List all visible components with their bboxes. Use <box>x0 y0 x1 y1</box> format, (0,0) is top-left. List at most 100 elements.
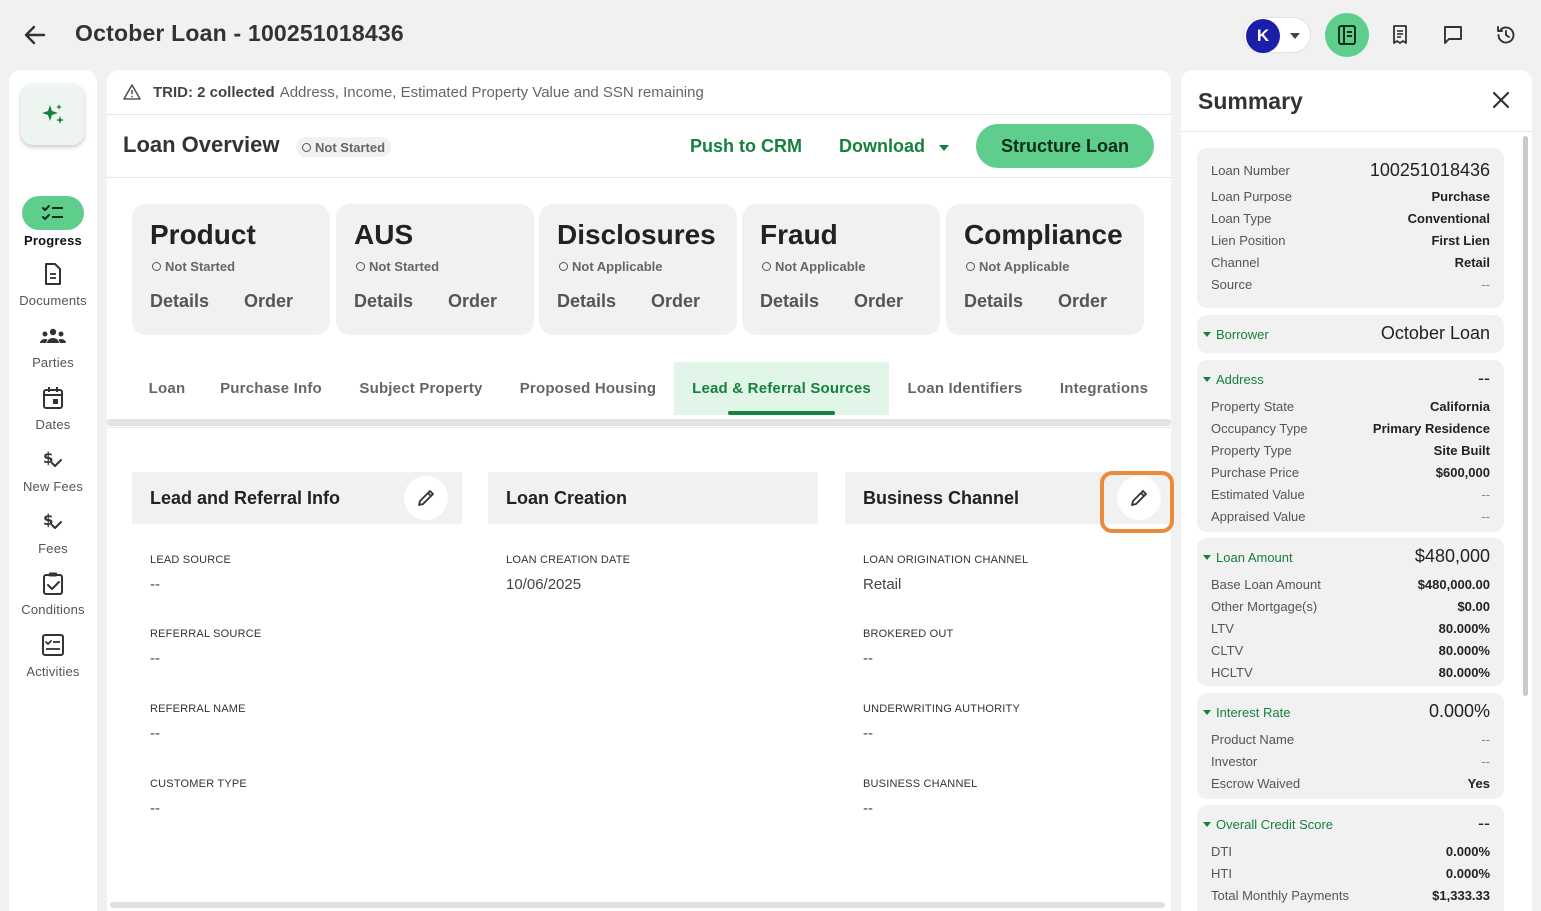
loan-summary-icon[interactable] <box>1325 13 1369 57</box>
divider <box>107 177 1171 178</box>
summary-title: Summary <box>1198 88 1303 114</box>
dti-row: DTI 0.000% <box>1211 844 1490 859</box>
page-title: October Loan - 100251018436 <box>75 20 404 46</box>
other-mortgages-row: Other Mortgage(s) $0.00 <box>1211 599 1490 614</box>
left-nav: Progress Documents Parties Dates $ New F… <box>9 70 97 911</box>
loan-origination-channel-value: Retail <box>863 576 902 593</box>
chevron-down-icon <box>1203 377 1211 382</box>
receipt-icon[interactable] <box>1378 13 1422 57</box>
nav-new-fees[interactable]: $ New Fees <box>9 444 97 494</box>
tab-loan-identifiers[interactable]: Loan Identifiers <box>895 362 1035 415</box>
divider <box>1181 131 1532 132</box>
nav-dates[interactable]: Dates <box>9 382 97 432</box>
history-icon[interactable] <box>1484 13 1528 57</box>
product-name-row: Product Name -- <box>1211 732 1490 747</box>
nav-fees[interactable]: $ Fees <box>9 506 97 556</box>
chat-icon[interactable] <box>1431 13 1475 57</box>
main-panel: TRID: 2 collected Address, Income, Estim… <box>107 70 1171 911</box>
tab-loan[interactable]: Loan <box>133 362 201 415</box>
borrower-block: Borrower October Loan <box>1197 315 1504 353</box>
nav-progress[interactable]: Progress <box>9 196 97 248</box>
loan-type-row: Loan Type Conventional <box>1211 211 1490 226</box>
task-list-icon <box>42 634 64 656</box>
status-badge: Not Applicable <box>966 259 1070 274</box>
push-to-crm-button[interactable]: Push to CRM <box>690 136 802 157</box>
compliance-details-button[interactable]: Details <box>964 291 1023 312</box>
top-bar: October Loan - 100251018436 K <box>0 0 1541 70</box>
chevron-down-icon <box>1203 555 1211 560</box>
tab-scrollbar[interactable] <box>107 419 1171 426</box>
product-order-button[interactable]: Order <box>244 291 293 312</box>
purchase-price-row: Purchase Price $600,000 <box>1211 465 1490 480</box>
borrower-header[interactable]: Borrower October Loan <box>1203 322 1490 346</box>
estimated-value-row: Estimated Value -- <box>1211 487 1490 502</box>
download-button[interactable]: Download <box>839 136 925 157</box>
chevron-down-icon <box>1203 710 1211 715</box>
pencil-icon <box>418 490 434 506</box>
product-details-button[interactable]: Details <box>150 291 209 312</box>
nav-conditions[interactable]: Conditions <box>9 567 97 617</box>
loan-creation-date-value: 10/06/2025 <box>506 576 582 593</box>
fraud-details-button[interactable]: Details <box>760 291 819 312</box>
tab-proposed-housing[interactable]: Proposed Housing <box>507 362 669 415</box>
nav-activities[interactable]: Activities <box>9 629 97 679</box>
referral-source-label: REFERRAL SOURCE <box>150 628 262 640</box>
compliance-card: Compliance Not Applicable Details Order <box>946 204 1144 335</box>
trid-banner: TRID: 2 collected Address, Income, Estim… <box>107 70 1171 115</box>
investor-row: Investor -- <box>1211 754 1490 769</box>
brokered-out-value: -- <box>863 650 873 667</box>
loan-creation-section-header: Loan Creation <box>488 472 818 524</box>
avatar[interactable]: K <box>1246 19 1280 53</box>
address-header[interactable]: Address -- <box>1203 367 1490 391</box>
escrow-waived-row: Escrow Waived Yes <box>1211 776 1490 791</box>
channel-row: Channel Retail <box>1211 255 1490 270</box>
nav-documents[interactable]: Documents <box>9 258 97 308</box>
tab-lead-referral-sources[interactable]: Lead & Referral Sources <box>674 362 889 415</box>
total-monthly-payments-row: Total Monthly Payments $1,333.33 <box>1211 888 1490 903</box>
credit-score-header[interactable]: Overall Credit Score -- <box>1203 812 1490 836</box>
fraud-order-button[interactable]: Order <box>854 291 903 312</box>
disclosures-details-button[interactable]: Details <box>557 291 616 312</box>
base-loan-amount-row: Base Loan Amount $480,000.00 <box>1211 577 1490 592</box>
nav-parties[interactable]: Parties <box>9 320 97 370</box>
tab-purchase-info[interactable]: Purchase Info <box>207 362 335 415</box>
compliance-order-button[interactable]: Order <box>1058 291 1107 312</box>
account-menu[interactable]: K <box>1243 17 1311 53</box>
loan-creation-date-label: LOAN CREATION DATE <box>506 554 631 566</box>
close-icon[interactable] <box>1489 88 1513 112</box>
summary-scrollbar[interactable] <box>1523 136 1528 696</box>
ai-sparkle-button[interactable] <box>21 84 84 145</box>
highlight-outline <box>1100 471 1174 533</box>
edit-lead-referral-button[interactable] <box>404 476 448 520</box>
status-badge: Not Started <box>152 259 235 274</box>
back-arrow-icon[interactable] <box>20 20 50 50</box>
aus-card: AUS Not Started Details Order <box>336 204 534 335</box>
document-icon <box>45 263 61 285</box>
chevron-down-icon[interactable] <box>939 145 949 151</box>
chevron-down-icon <box>1203 822 1211 827</box>
address-block: Address -- Property State California Occup… <box>1197 360 1504 532</box>
tab-integrations[interactable]: Integrations <box>1047 362 1161 415</box>
disclosures-order-button[interactable]: Order <box>651 291 700 312</box>
occupancy-type-row: Occupancy Type Primary Residence <box>1211 421 1490 436</box>
status-dot-icon <box>302 142 311 152</box>
lead-source-value: -- <box>150 576 160 593</box>
structure-loan-button[interactable]: Structure Loan <box>976 124 1154 168</box>
referral-source-value: -- <box>150 650 160 667</box>
ltv-row: LTV 80.000% <box>1211 621 1490 636</box>
underwriting-authority-label: UNDERWRITING AUTHORITY <box>863 703 1020 715</box>
summary-panel: Summary Loan Number 100251018436 Loan Pur… <box>1181 70 1532 911</box>
underwriting-authority-value: -- <box>863 725 873 742</box>
tab-subject-property[interactable]: Subject Property <box>341 362 501 415</box>
business-channel-value: -- <box>863 800 873 817</box>
aus-details-button[interactable]: Details <box>354 291 413 312</box>
interest-rate-block: Interest Rate 0.000% Product Name -- Inves… <box>1197 693 1504 799</box>
horizontal-scrollbar[interactable] <box>110 902 1165 908</box>
aus-order-button[interactable]: Order <box>448 291 497 312</box>
people-icon <box>40 328 66 343</box>
property-state-row: Property State California <box>1211 399 1490 414</box>
interest-rate-header[interactable]: Interest Rate 0.000% <box>1203 700 1490 724</box>
loan-amount-header[interactable]: Loan Amount $480,000 <box>1203 545 1490 569</box>
loan-origination-channel-label: LOAN ORIGINATION CHANNEL <box>863 554 1029 566</box>
customer-type-value: -- <box>150 800 160 817</box>
